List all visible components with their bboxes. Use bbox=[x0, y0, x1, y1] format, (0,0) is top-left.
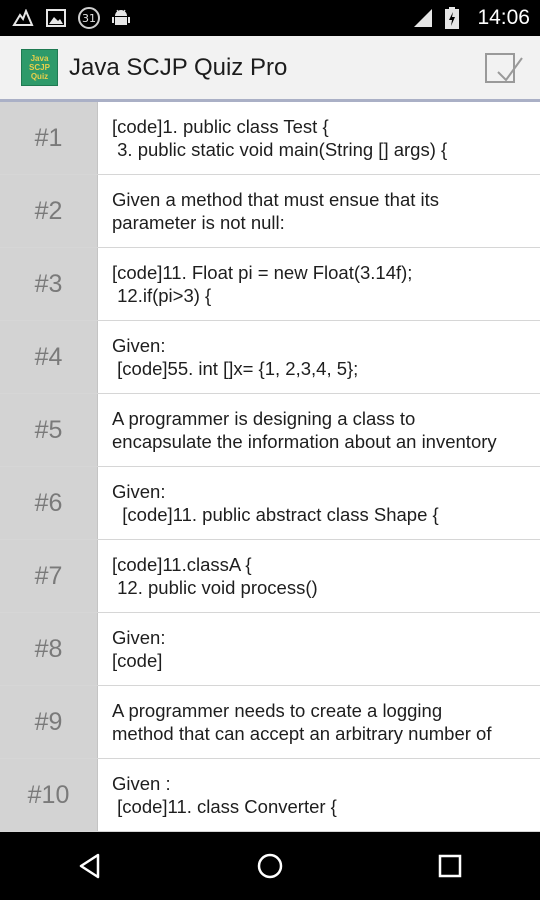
question-line: A programmer is designing a class to bbox=[112, 408, 416, 429]
question-line: Given a method that must ensue that its bbox=[112, 189, 440, 210]
question-number: #1 bbox=[0, 102, 98, 174]
question-line: parameter is not null: bbox=[112, 212, 285, 233]
question-preview: Given: [code] bbox=[98, 613, 540, 685]
app-logo-line: Java bbox=[30, 54, 49, 63]
question-number: #6 bbox=[0, 467, 98, 539]
list-item[interactable]: #4 Given: [code]55. int []x= {1, 2,3,4, … bbox=[0, 321, 540, 394]
battery-icon bbox=[445, 7, 460, 29]
status-clock: 14:06 bbox=[477, 6, 530, 29]
question-line: Given : bbox=[112, 773, 171, 794]
android-icon bbox=[112, 8, 130, 28]
signal-icon bbox=[413, 8, 433, 28]
question-line: 3. public static void main(String [] arg… bbox=[112, 139, 448, 160]
question-line: Given: bbox=[112, 335, 166, 356]
recents-icon[interactable] bbox=[420, 836, 480, 896]
app-logo-line: SCJP bbox=[29, 63, 50, 72]
question-number: #7 bbox=[0, 540, 98, 612]
question-number: #5 bbox=[0, 394, 98, 466]
question-line: encapsulate the information about an inv… bbox=[112, 431, 497, 452]
question-line: A programmer needs to create a logging bbox=[112, 700, 443, 721]
question-line: Given: bbox=[112, 627, 166, 648]
question-preview: Given: [code]55. int []x= {1, 2,3,4, 5}; bbox=[98, 321, 540, 393]
list-item[interactable]: #5 A programmer is designing a class to … bbox=[0, 394, 540, 467]
question-line: [code]11. class Converter { bbox=[112, 796, 337, 817]
list-item[interactable]: #2 Given a method that must ensue that i… bbox=[0, 175, 540, 248]
question-number: #8 bbox=[0, 613, 98, 685]
question-preview: A programmer is designing a class to enc… bbox=[98, 394, 540, 466]
list-item[interactable]: #1 [code]1. public class Test { 3. publi… bbox=[0, 102, 540, 175]
status-right: 14:06 bbox=[413, 6, 530, 30]
list-item[interactable]: #6 Given: [code]11. public abstract clas… bbox=[0, 467, 540, 540]
question-number: #10 bbox=[0, 759, 98, 831]
back-icon[interactable] bbox=[60, 836, 120, 896]
bird-icon bbox=[12, 9, 34, 27]
question-line: [code]55. int []x= {1, 2,3,4, 5}; bbox=[112, 358, 359, 379]
question-preview: Given: [code]11. public abstract class S… bbox=[98, 467, 540, 539]
question-line: [code] bbox=[112, 650, 163, 671]
status-bar: 31 14:06 bbox=[0, 0, 540, 36]
question-line: [code]11. Float pi = new Float(3.14f); bbox=[112, 262, 413, 283]
list-item[interactable]: #3 [code]11. Float pi = new Float(3.14f)… bbox=[0, 248, 540, 321]
question-preview: [code]11.classA { 12. public void proces… bbox=[98, 540, 540, 612]
status-left: 31 bbox=[12, 7, 130, 29]
list-item[interactable]: #10 Given : [code]11. class Converter { bbox=[0, 759, 540, 832]
list-item[interactable]: #8 Given: [code] bbox=[0, 613, 540, 686]
question-line: [code]11. public abstract class Shape { bbox=[112, 504, 439, 525]
question-line: 12. public void process() bbox=[112, 577, 318, 598]
app-logo: Java SCJP Quiz bbox=[21, 49, 58, 86]
question-number: #4 bbox=[0, 321, 98, 393]
home-icon[interactable] bbox=[240, 836, 300, 896]
question-line: method that can accept an arbitrary numb… bbox=[112, 723, 492, 744]
app-bar: Java SCJP Quiz Java SCJP Quiz Pro bbox=[0, 36, 540, 102]
question-number: #9 bbox=[0, 686, 98, 758]
question-line: [code]11.classA { bbox=[112, 554, 252, 575]
app-logo-line: Quiz bbox=[30, 72, 49, 81]
question-preview: Given a method that must ensue that its … bbox=[98, 175, 540, 247]
question-number: #3 bbox=[0, 248, 98, 320]
question-preview: A programmer needs to create a logging m… bbox=[98, 686, 540, 758]
question-line: 12.if(pi>3) { bbox=[112, 285, 212, 306]
checkbox-icon[interactable] bbox=[484, 50, 524, 88]
question-preview: Given : [code]11. class Converter { bbox=[98, 759, 540, 831]
calendar-badge-icon: 31 bbox=[78, 7, 100, 29]
nav-bar bbox=[0, 832, 540, 900]
image-icon bbox=[46, 9, 66, 27]
question-list: #1 [code]1. public class Test { 3. publi… bbox=[0, 102, 540, 832]
list-item[interactable]: #7 [code]11.classA { 12. public void pro… bbox=[0, 540, 540, 613]
list-item[interactable]: #9 A programmer needs to create a loggin… bbox=[0, 686, 540, 759]
question-preview: [code]1. public class Test { 3. public s… bbox=[98, 102, 540, 174]
question-line: [code]1. public class Test { bbox=[112, 116, 329, 137]
app-title: Java SCJP Quiz Pro bbox=[69, 53, 288, 81]
question-preview: [code]11. Float pi = new Float(3.14f); 1… bbox=[98, 248, 540, 320]
question-line: Given: bbox=[112, 481, 166, 502]
question-number: #2 bbox=[0, 175, 98, 247]
